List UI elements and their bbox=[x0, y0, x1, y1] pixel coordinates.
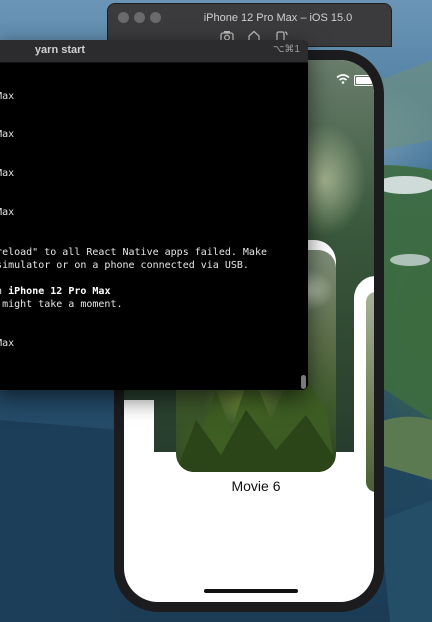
terminal-line: ro Max bbox=[0, 207, 15, 218]
device-name: iPhone 12 Pro Max bbox=[8, 286, 111, 297]
terminal-shortcut: ⌥⌘1 bbox=[272, 44, 300, 55]
terminal-line-text: 0 on bbox=[0, 286, 8, 297]
window-zoom-button[interactable] bbox=[150, 12, 161, 23]
terminal-scrollbar[interactable] bbox=[301, 375, 306, 389]
terminal-line: ro Max bbox=[0, 338, 15, 349]
terminal-title: yarn start bbox=[34, 44, 86, 56]
movie-title: Movie 6 bbox=[231, 478, 281, 494]
terminal-window[interactable]: yarn start ⌥⌘1 ro Max ro Max ro Max ro M… bbox=[0, 40, 308, 390]
terminal-line: he simulator or on a phone connected via… bbox=[0, 260, 249, 271]
terminal-line: his might take a moment. bbox=[2, 299, 123, 310]
next-poster-image bbox=[366, 292, 374, 492]
terminal-line: ro Max bbox=[0, 129, 15, 140]
terminal-output[interactable]: ro Max ro Max ro Max ro Max g "reload" t… bbox=[0, 64, 308, 390]
terminal-line: 0 on iPhone 12 Pro Max bbox=[0, 286, 110, 297]
terminal-line: ro Max bbox=[0, 91, 15, 102]
terminal-line: g "reload" to all React Native apps fail… bbox=[0, 247, 267, 258]
simulator-title: iPhone 12 Pro Max – iOS 15.0 bbox=[203, 12, 353, 24]
terminal-titlebar[interactable]: yarn start ⌥⌘1 bbox=[0, 40, 308, 63]
battery-icon bbox=[354, 75, 374, 86]
home-indicator[interactable] bbox=[204, 589, 298, 593]
movie-card-previous[interactable] bbox=[124, 400, 154, 505]
wifi-icon bbox=[336, 74, 350, 84]
window-close-button[interactable] bbox=[118, 12, 129, 23]
terminal-line: ro Max bbox=[0, 168, 15, 179]
window-minimize-button[interactable] bbox=[134, 12, 145, 23]
